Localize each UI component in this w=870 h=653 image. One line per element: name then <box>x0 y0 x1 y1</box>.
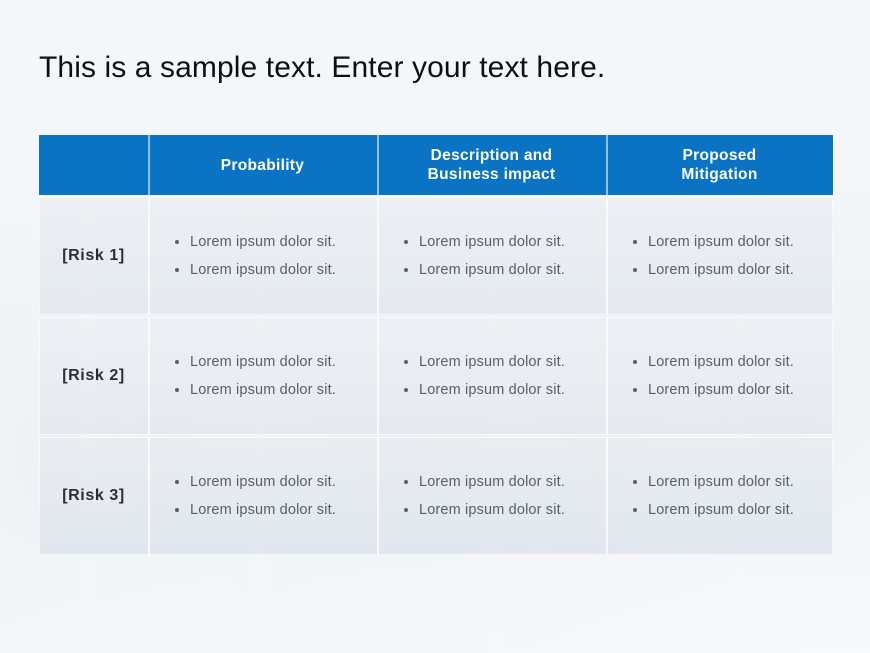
list-item: Lorem ipsum dolor sit. <box>174 376 367 404</box>
bullet-list: Lorem ipsum dolor sit. Lorem ipsum dolor… <box>606 228 833 284</box>
table-header-mitigation-label: Proposed Mitigation <box>681 146 757 184</box>
list-item: Lorem ipsum dolor sit. <box>403 256 596 284</box>
table-row: [Risk 1] Lorem ipsum dolor sit. Lorem ip… <box>39 197 833 315</box>
table-header-description-label: Description and Business impact <box>428 146 556 184</box>
list-item: Lorem ipsum dolor sit. <box>403 496 596 524</box>
slide-canvas: This is a sample text. Enter your text h… <box>0 0 870 653</box>
bullet-list: Lorem ipsum dolor sit. Lorem ipsum dolor… <box>148 348 377 404</box>
description-line-1: Description and <box>430 147 553 164</box>
list-item: Lorem ipsum dolor sit. <box>403 376 596 404</box>
cell-mitigation: Lorem ipsum dolor sit. Lorem ipsum dolor… <box>606 197 833 315</box>
bullet-list: Lorem ipsum dolor sit. Lorem ipsum dolor… <box>377 468 606 524</box>
table-row: [Risk 2] Lorem ipsum dolor sit. Lorem ip… <box>39 317 833 435</box>
list-item: Lorem ipsum dolor sit. <box>632 228 823 256</box>
risk-label: [Risk 3] <box>62 487 125 504</box>
table-row: [Risk 3] Lorem ipsum dolor sit. Lorem ip… <box>39 437 833 555</box>
list-item: Lorem ipsum dolor sit. <box>632 256 823 284</box>
list-item: Lorem ipsum dolor sit. <box>174 348 367 376</box>
description-line-2: Business impact <box>427 166 556 183</box>
bullet-list: Lorem ipsum dolor sit. Lorem ipsum dolor… <box>377 228 606 284</box>
list-item: Lorem ipsum dolor sit. <box>632 496 823 524</box>
cell-description: Lorem ipsum dolor sit. Lorem ipsum dolor… <box>377 197 606 315</box>
list-item: Lorem ipsum dolor sit. <box>632 376 823 404</box>
list-item: Lorem ipsum dolor sit. <box>632 348 823 376</box>
bullet-list: Lorem ipsum dolor sit. Lorem ipsum dolor… <box>606 348 833 404</box>
mitigation-line-2: Mitigation <box>681 166 758 183</box>
table-header-corner <box>39 135 148 195</box>
cell-probability: Lorem ipsum dolor sit. Lorem ipsum dolor… <box>148 437 377 555</box>
table-header-description: Description and Business impact <box>377 135 606 195</box>
bullet-list: Lorem ipsum dolor sit. Lorem ipsum dolor… <box>377 348 606 404</box>
table-header-probability-label: Probability <box>220 156 305 174</box>
table-header-probability: Probability <box>148 135 377 195</box>
page-title: This is a sample text. Enter your text h… <box>39 51 606 84</box>
list-item: Lorem ipsum dolor sit. <box>174 256 367 284</box>
list-item: Lorem ipsum dolor sit. <box>403 468 596 496</box>
list-item: Lorem ipsum dolor sit. <box>632 468 823 496</box>
cell-description: Lorem ipsum dolor sit. Lorem ipsum dolor… <box>377 437 606 555</box>
risk-label: [Risk 2] <box>62 367 125 384</box>
list-item: Lorem ipsum dolor sit. <box>174 228 367 256</box>
risk-table: Probability Description and Business imp… <box>39 135 833 555</box>
bullet-list: Lorem ipsum dolor sit. Lorem ipsum dolor… <box>606 468 833 524</box>
list-item: Lorem ipsum dolor sit. <box>403 348 596 376</box>
cell-probability: Lorem ipsum dolor sit. Lorem ipsum dolor… <box>148 317 377 435</box>
risk-label: [Risk 1] <box>62 247 125 264</box>
list-item: Lorem ipsum dolor sit. <box>174 468 367 496</box>
list-item: Lorem ipsum dolor sit. <box>403 228 596 256</box>
cell-mitigation: Lorem ipsum dolor sit. Lorem ipsum dolor… <box>606 317 833 435</box>
list-item: Lorem ipsum dolor sit. <box>174 496 367 524</box>
cell-probability: Lorem ipsum dolor sit. Lorem ipsum dolor… <box>148 197 377 315</box>
table-header-row: Probability Description and Business imp… <box>39 135 833 195</box>
cell-mitigation: Lorem ipsum dolor sit. Lorem ipsum dolor… <box>606 437 833 555</box>
bullet-list: Lorem ipsum dolor sit. Lorem ipsum dolor… <box>148 228 377 284</box>
bullet-list: Lorem ipsum dolor sit. Lorem ipsum dolor… <box>148 468 377 524</box>
cell-description: Lorem ipsum dolor sit. Lorem ipsum dolor… <box>377 317 606 435</box>
table-header-mitigation: Proposed Mitigation <box>606 135 833 195</box>
mitigation-line-1: Proposed <box>682 147 757 164</box>
